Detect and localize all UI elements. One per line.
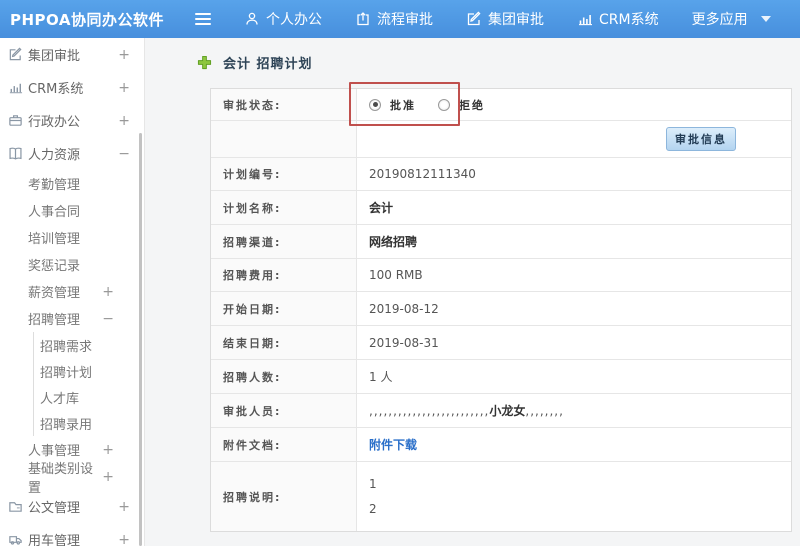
edit-square-icon xyxy=(8,47,23,62)
sidebar-item-rewards[interactable]: 奖惩记录 xyxy=(0,251,144,278)
expand-icon[interactable]: + xyxy=(118,500,130,514)
expand-icon[interactable]: + xyxy=(118,81,130,95)
approval-status-radio-group: 批准 拒绝 xyxy=(369,97,485,113)
app-window: PHPOA协同办公软件 个人办公 流程审批 集团审批 CRM系统 更多应用 集团… xyxy=(0,0,800,546)
approver-value: ,,,,,,,,,,,,,,,,,,,,,,,,,小龙女,,,,,,,, xyxy=(369,404,564,418)
truck-icon xyxy=(8,532,23,546)
sidebar-item-hr[interactable]: 人力资源 − xyxy=(0,137,144,170)
expand-icon[interactable]: + xyxy=(118,48,130,62)
sidebar-item-hr-contract[interactable]: 人事合同 xyxy=(0,197,144,224)
sidebar-item-recruit-demand[interactable]: 招聘需求 xyxy=(33,332,144,358)
expand-icon[interactable]: + xyxy=(102,470,114,484)
expand-icon[interactable]: + xyxy=(102,285,114,299)
table-row-end-date: 结束日期: 2019-08-31 xyxy=(211,326,791,360)
approval-info-button[interactable]: 审批信息 xyxy=(666,127,736,151)
book-icon xyxy=(8,146,23,161)
nav-personal-office[interactable]: 个人办公 xyxy=(244,9,322,29)
radio-approve[interactable] xyxy=(369,98,381,111)
radio-approve-label[interactable]: 批准 xyxy=(390,97,416,113)
collapse-icon[interactable]: − xyxy=(118,147,130,161)
nav-group-approval[interactable]: 集团审批 xyxy=(466,9,544,29)
row-value: 批准 拒绝 xyxy=(357,89,791,120)
table-row-approval-status: 审批状态: 批准 拒绝 xyxy=(211,89,791,121)
expand-icon[interactable]: + xyxy=(118,533,130,546)
table-row-plan-number: 计划编号: 20190812111340 xyxy=(211,158,791,191)
sidebar-item-group-approval[interactable]: 集团审批 + xyxy=(0,38,144,71)
sidebar-item-recruitment[interactable]: 招聘管理 − xyxy=(0,305,144,332)
table-row-recruit-channel: 招聘渠道: 网络招聘 xyxy=(211,225,791,259)
app-logo: PHPOA协同办公软件 xyxy=(10,10,164,29)
page-title-text: 会计 招聘计划 xyxy=(223,57,313,72)
plus-icon xyxy=(197,55,212,70)
briefcase-icon xyxy=(8,113,23,128)
sidebar: 集团审批 + CRM系统 + 行政办公 + 人力资源 − 考勤管理 人事合同 培… xyxy=(0,38,145,546)
table-row-attachment: 附件文档: 附件下载 xyxy=(211,428,791,462)
content-area: 会计 招聘计划 审批状态: 批准 拒绝 审批信息 计划编号: 201908121… xyxy=(145,38,800,546)
bar-chart-icon xyxy=(8,80,23,95)
sidebar-item-vehicle[interactable]: 用车管理 + xyxy=(0,523,144,546)
menu-toggle-icon[interactable] xyxy=(195,13,211,25)
caret-down-icon[interactable] xyxy=(760,16,771,22)
bar-chart-icon xyxy=(577,11,593,27)
sidebar-item-crm[interactable]: CRM系统 + xyxy=(0,71,144,104)
table-row-recruit-note: 招聘说明: 1 2 xyxy=(211,462,791,531)
table-row-recruit-cost: 招聘费用: 100 RMB xyxy=(211,259,791,292)
collapse-icon[interactable]: − xyxy=(102,312,114,326)
radio-reject-label[interactable]: 拒绝 xyxy=(459,97,485,113)
sidebar-item-attendance[interactable]: 考勤管理 xyxy=(0,170,144,197)
sidebar-item-admin-office[interactable]: 行政办公 + xyxy=(0,104,144,137)
sidebar-item-recruit-hire[interactable]: 招聘录用 xyxy=(33,410,144,436)
sidebar-item-recruit-plan[interactable]: 招聘计划 xyxy=(33,358,144,384)
nav-more-apps[interactable]: 更多应用 xyxy=(692,9,748,29)
nav-crm[interactable]: CRM系统 xyxy=(577,9,659,29)
sidebar-item-training[interactable]: 培训管理 xyxy=(0,224,144,251)
row-label xyxy=(211,121,357,157)
table-row-approval-button: 审批信息 xyxy=(211,121,791,158)
sidebar-item-base-category[interactable]: 基础类别设置 + xyxy=(0,462,144,496)
workflow-icon xyxy=(355,11,371,27)
sidebar-item-talent-pool[interactable]: 人才库 xyxy=(33,384,144,410)
sidebar-item-salary[interactable]: 薪资管理 + xyxy=(0,278,144,305)
table-row-headcount: 招聘人数: 1 人 xyxy=(211,360,791,394)
sidebar-scrollbar[interactable] xyxy=(139,133,142,546)
page-title: 会计 招聘计划 xyxy=(197,53,313,72)
nav-workflow-approval[interactable]: 流程审批 xyxy=(355,9,433,29)
row-value: 审批信息 xyxy=(357,121,791,157)
row-label: 审批状态: xyxy=(211,89,357,120)
top-navbar: PHPOA协同办公软件 个人办公 流程审批 集团审批 CRM系统 更多应用 xyxy=(0,0,800,38)
expand-icon[interactable]: + xyxy=(102,443,114,457)
table-row-plan-name: 计划名称: 会计 xyxy=(211,191,791,225)
radio-reject[interactable] xyxy=(438,98,450,111)
table-row-start-date: 开始日期: 2019-08-12 xyxy=(211,292,791,326)
expand-icon[interactable]: + xyxy=(118,114,130,128)
table-row-approver: 审批人员: ,,,,,,,,,,,,,,,,,,,,,,,,,小龙女,,,,,,… xyxy=(211,394,791,428)
folder-icon xyxy=(8,499,23,514)
edit-square-icon xyxy=(466,11,482,27)
detail-table: 审批状态: 批准 拒绝 审批信息 计划编号: 20190812111340 计划… xyxy=(210,88,792,532)
person-icon xyxy=(244,11,260,27)
attachment-download-link[interactable]: 附件下载 xyxy=(369,436,417,453)
